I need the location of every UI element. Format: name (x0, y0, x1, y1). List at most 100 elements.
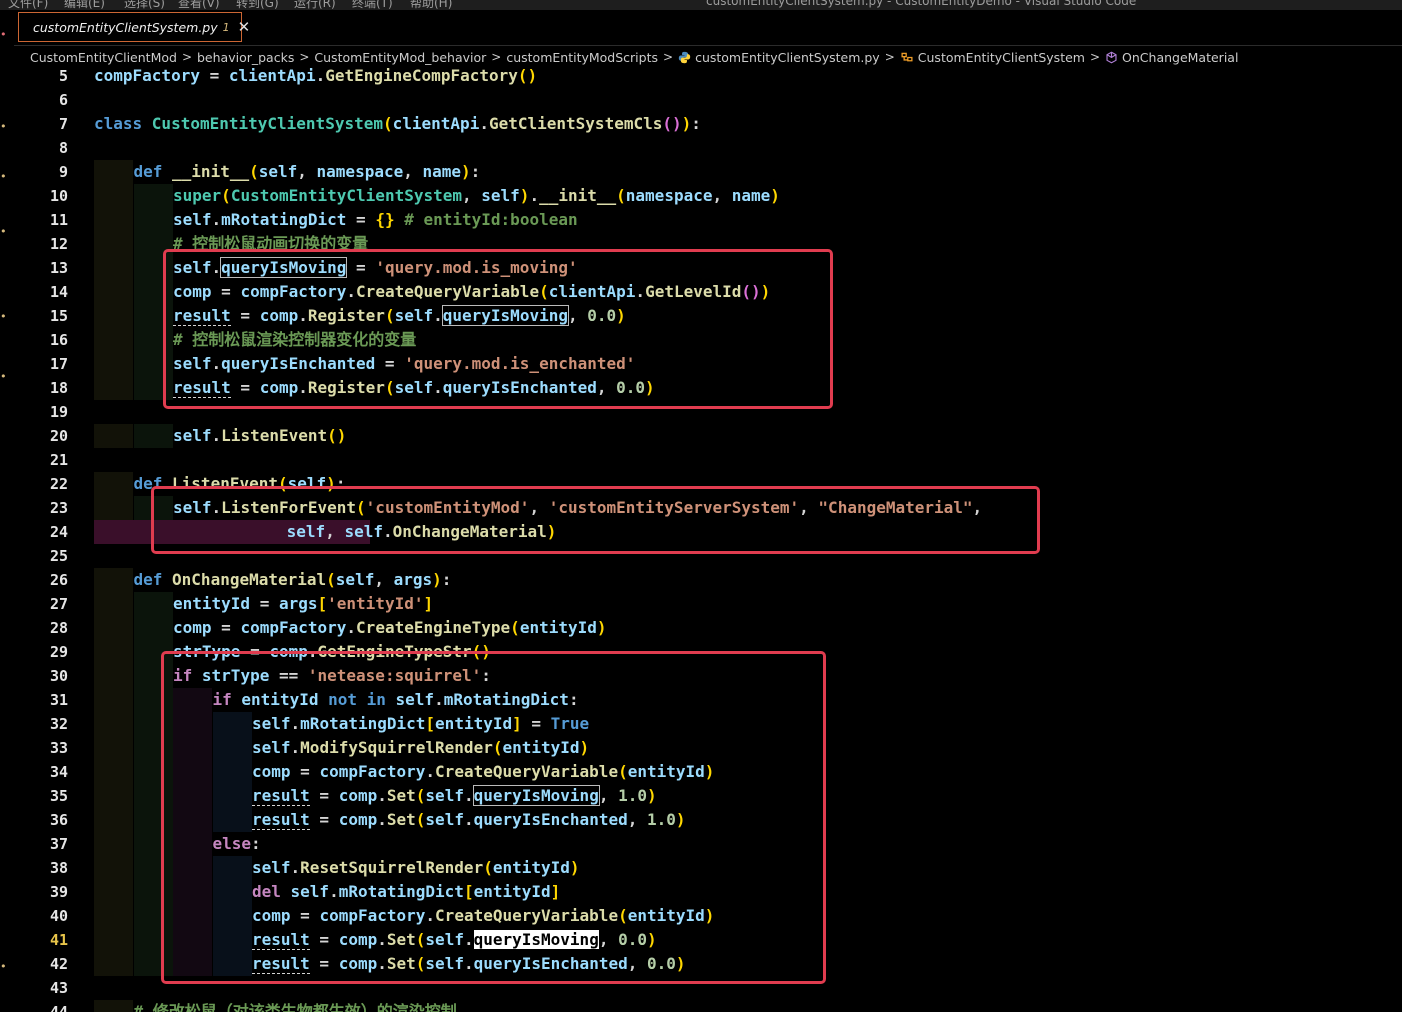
indent-guide (212, 856, 252, 880)
code-line[interactable]: 38 self.ResetSquirrelRender(entityId) (14, 856, 1402, 880)
code-line[interactable]: 29 strType = comp.GetEngineTypeStr() (14, 640, 1402, 664)
chevron-right-icon: > (299, 50, 310, 64)
breadcrumb-item[interactable]: CustomEntityClientMod (30, 50, 177, 65)
code-line[interactable]: 44 # 修改松鼠（对该类生物都生效）的渲染控制 (14, 1000, 1402, 1012)
line-number: 37 (49, 835, 68, 853)
line-number: 34 (49, 763, 68, 781)
code-line[interactable]: 24 self, self.OnChangeMaterial) (14, 520, 1402, 544)
indent-guide (133, 592, 173, 616)
code-text: # 控制松鼠动画切换的变量 (173, 234, 369, 253)
menu-item[interactable]: 运行(R) (294, 0, 336, 10)
line-number: 44 (49, 1003, 68, 1012)
code-line[interactable]: 23 self.ListenForEvent('customEntityMod',… (14, 496, 1402, 520)
indent-guide (133, 880, 173, 904)
indent-guide (94, 568, 133, 592)
code-line[interactable]: 26 def OnChangeMaterial(self, args): (14, 568, 1402, 592)
menu-item[interactable]: 文件(F) (8, 0, 48, 10)
menu-item[interactable]: 查看(V) (178, 0, 220, 10)
code-line[interactable]: 28 comp = compFactory.CreateEngineType(en… (14, 616, 1402, 640)
code-line[interactable]: 22 def ListenEvent(self): (14, 472, 1402, 496)
code-line[interactable]: 17 self.queryIsEnchanted = 'query.mod.is_… (14, 352, 1402, 376)
line-number: 5 (58, 67, 68, 85)
indent-guide (94, 712, 133, 736)
breadcrumb-item[interactable]: CustomEntityClientSystem (918, 50, 1085, 65)
menu-item[interactable]: 选择(S) (124, 0, 165, 10)
code-line[interactable]: 7 class CustomEntityClientSystem(clientAp… (14, 112, 1402, 136)
code-text: comp = compFactory.CreateQueryVariable(e… (252, 762, 715, 781)
code-line[interactable]: 14 comp = compFactory.CreateQueryVariable… (14, 280, 1402, 304)
code-line[interactable]: 32 self.mRotatingDict[entityId] = True (14, 712, 1402, 736)
breadcrumb-item[interactable]: behavior_packs (197, 50, 294, 65)
code-text: result = comp.Register(self.queryIsMovin… (173, 305, 626, 326)
line-number: 8 (58, 139, 68, 157)
editor-tab-bar: customEntityClientSystem.py 1 ✕ (14, 10, 1402, 46)
code-line[interactable]: 35 result = comp.Set(self.queryIsMoving, … (14, 784, 1402, 808)
indent-guide (94, 208, 133, 232)
code-line[interactable]: 8 (14, 136, 1402, 160)
code-line[interactable]: 5 compFactory = clientApi.GetEngineCompFa… (14, 64, 1402, 88)
code-line[interactable]: 12 # 控制松鼠动画切换的变量 (14, 232, 1402, 256)
indent-guide (212, 880, 252, 904)
code-line[interactable]: 15 result = comp.Register(self.queryIsMov… (14, 304, 1402, 328)
code-line[interactable]: 18 result = comp.Register(self.queryIsEnc… (14, 376, 1402, 400)
indent-guide (212, 928, 252, 952)
menu-item[interactable]: 终端(T) (352, 0, 393, 10)
line-number: 7 (58, 115, 68, 133)
code-line[interactable]: 6 (14, 88, 1402, 112)
indent-guide (94, 328, 133, 352)
breadcrumb-item[interactable]: CustomEntityMod_behavior (314, 50, 486, 65)
code-line[interactable]: 16 # 控制松鼠渲染控制器变化的变量 (14, 328, 1402, 352)
code-line[interactable]: 25 (14, 544, 1402, 568)
code-line[interactable]: 10 super(CustomEntityClientSystem, self).… (14, 184, 1402, 208)
line-number: 29 (49, 643, 68, 661)
indent-guide (133, 688, 173, 712)
line-number: 33 (49, 739, 68, 757)
menu-item[interactable]: 转到(G) (236, 0, 279, 10)
close-icon[interactable]: ✕ (238, 19, 251, 35)
menu-item[interactable]: 帮助(H) (410, 0, 452, 10)
indent-guide (94, 640, 133, 664)
tab-customentityclientsystem[interactable]: customEntityClientSystem.py 1 ✕ (18, 12, 250, 42)
breadcrumb-item[interactable]: OnChangeMaterial (1122, 50, 1238, 65)
code-line[interactable]: 37 else: (14, 832, 1402, 856)
code-line[interactable]: 27 entityId = args['entityId'] (14, 592, 1402, 616)
code-line[interactable]: 43 (14, 976, 1402, 1000)
code-text: result = comp.Register(self.queryIsEncha… (173, 378, 655, 398)
code-line[interactable]: 41 result = comp.Set(self.queryIsMoving, … (14, 928, 1402, 952)
code-line[interactable]: 31 if entityId not in self.mRotatingDict: (14, 688, 1402, 712)
line-number: 25 (49, 547, 68, 565)
line-number: 21 (49, 451, 68, 469)
breadcrumb-item[interactable]: customEntityModScripts (506, 50, 658, 65)
chevron-right-icon: > (663, 50, 674, 64)
line-number: 15 (49, 307, 68, 325)
code-line[interactable]: 36 result = comp.Set(self.queryIsEnchante… (14, 808, 1402, 832)
code-line[interactable]: 9 def __init__(self, namespace, name): (14, 160, 1402, 184)
indent-guide (173, 832, 212, 856)
code-line[interactable]: 39 del self.mRotatingDict[entityId] (14, 880, 1402, 904)
code-line[interactable]: 40 comp = compFactory.CreateQueryVariable… (14, 904, 1402, 928)
code-line[interactable]: 20 self.ListenEvent() (14, 424, 1402, 448)
code-editor[interactable]: 5 compFactory = clientApi.GetEngineCompFa… (14, 66, 1402, 1012)
line-number: 41 (49, 931, 68, 949)
warning-mark: • (0, 310, 7, 323)
indent-guide (94, 904, 133, 928)
code-line[interactable]: 33 self.ModifySquirrelRender(entityId) (14, 736, 1402, 760)
indent-guide (133, 640, 173, 664)
chevron-right-icon: > (181, 50, 192, 64)
code-line[interactable]: 42 result = comp.Set(self.queryIsEnchante… (14, 952, 1402, 976)
code-line[interactable]: 13 self.queryIsMoving = 'query.mod.is_mov… (14, 256, 1402, 280)
indent-guide (94, 760, 133, 784)
code-line[interactable]: 34 comp = compFactory.CreateQueryVariable… (14, 760, 1402, 784)
code-text: super(CustomEntityClientSystem, self).__… (173, 186, 780, 205)
code-line[interactable]: 30 if strType == 'netease:squirrel': (14, 664, 1402, 688)
code-line[interactable]: 19 (14, 400, 1402, 424)
code-line[interactable]: 21 (14, 448, 1402, 472)
code-line[interactable]: 11 self.mRotatingDict = {} # entityId:boo… (14, 208, 1402, 232)
line-number: 16 (49, 331, 68, 349)
indent-guide (133, 784, 173, 808)
menu-item[interactable]: 编辑(E) (64, 0, 105, 10)
breadcrumb-item[interactable]: customEntityClientSystem.py (695, 50, 880, 65)
line-number: 43 (49, 979, 68, 997)
indent-guide (133, 352, 173, 376)
indent-guide (133, 616, 173, 640)
